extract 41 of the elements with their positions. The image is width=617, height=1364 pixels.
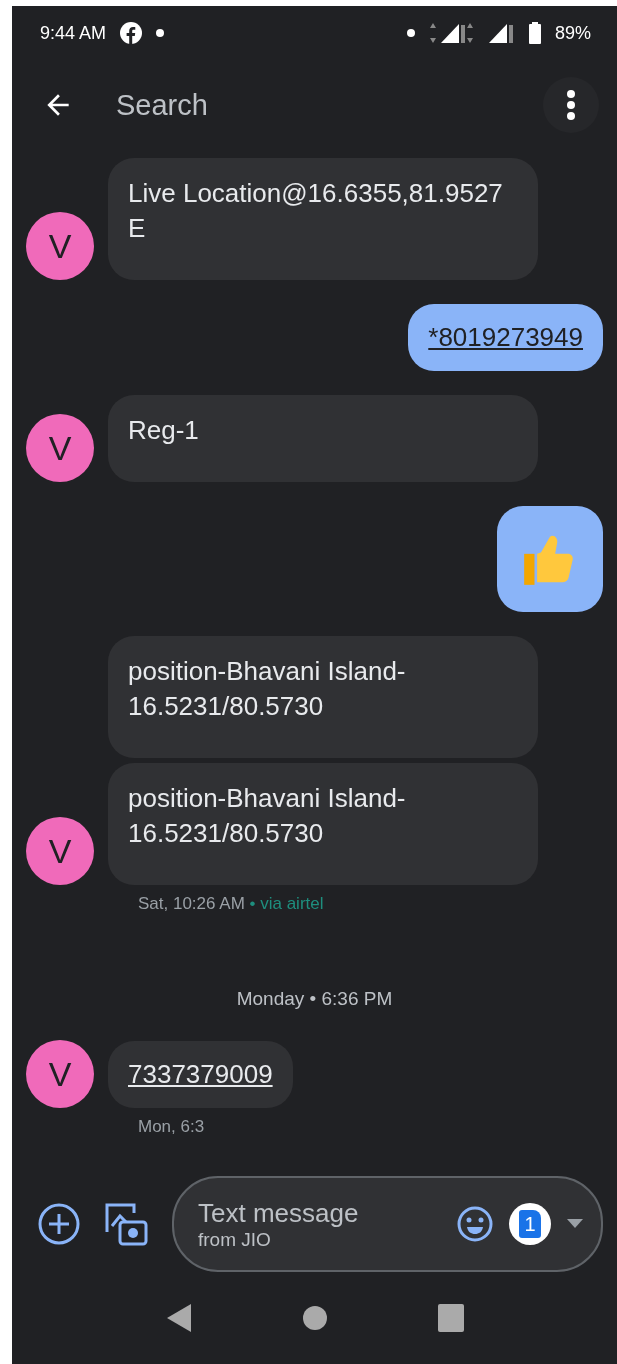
signal-icon [486,22,515,44]
contact-avatar[interactable]: V [26,414,94,482]
contact-avatar[interactable]: V [26,1040,94,1108]
message-time: Sat, 10:26 AM [138,894,245,913]
plus-icon[interactable] [38,1203,80,1245]
status-time: 9:44 AM [40,22,107,44]
dropdown-caret-icon[interactable] [567,1219,583,1229]
message-bubble[interactable]: 7337379009 [108,1041,293,1108]
message-text: position-Bhavani Island-16.5231/80.5730 [128,783,406,848]
message-field[interactable]: Text message from JIO 1 [172,1176,603,1272]
phone-link[interactable]: 7337379009 [128,1059,273,1089]
battery-icon [528,22,541,44]
sim-label: from JIO [198,1228,272,1251]
message-bubble[interactable]: *8019273949 [408,304,603,371]
message-text: Reg-1 [128,415,199,445]
notification-dot-icon [406,29,415,37]
message-bubble[interactable] [497,506,603,612]
notification-dot-icon [156,29,165,37]
more-icon[interactable] [566,89,576,121]
carrier-label: • via airtel [248,894,324,913]
phone-link[interactable]: *8019273949 [428,322,583,352]
message-text: Live Location@16.6355,81.9527 E [128,178,503,243]
recents-nav-icon[interactable] [437,1304,464,1332]
message-time: Mon, 6:3 [138,1117,205,1136]
smiley-icon[interactable] [457,1206,493,1242]
message-text: position-Bhavani Island-16.5231/80.5730 [128,656,406,721]
message-bubble[interactable]: Reg-1 [108,395,538,482]
sim-selector[interactable]: 1 [509,1203,551,1245]
message-bubble[interactable]: Live Location@16.6355,81.9527 E [108,158,538,280]
contact-avatar[interactable]: V [26,212,94,280]
battery-percent: 89% [554,22,591,44]
signal-icon [428,22,473,44]
message-bubble[interactable]: position-Bhavani Island-16.5231/80.5730 [108,763,538,885]
home-nav-icon[interactable] [301,1305,328,1331]
message-bubble[interactable]: position-Bhavani Island-16.5231/80.5730 [108,636,538,758]
gallery-camera-icon[interactable] [104,1202,148,1246]
date-divider: Monday • 6:36 PM [235,988,394,1010]
contact-avatar[interactable]: V [26,817,94,885]
back-nav-icon[interactable] [165,1303,192,1333]
facebook-icon [120,22,143,44]
search-field[interactable]: Search [114,87,503,123]
